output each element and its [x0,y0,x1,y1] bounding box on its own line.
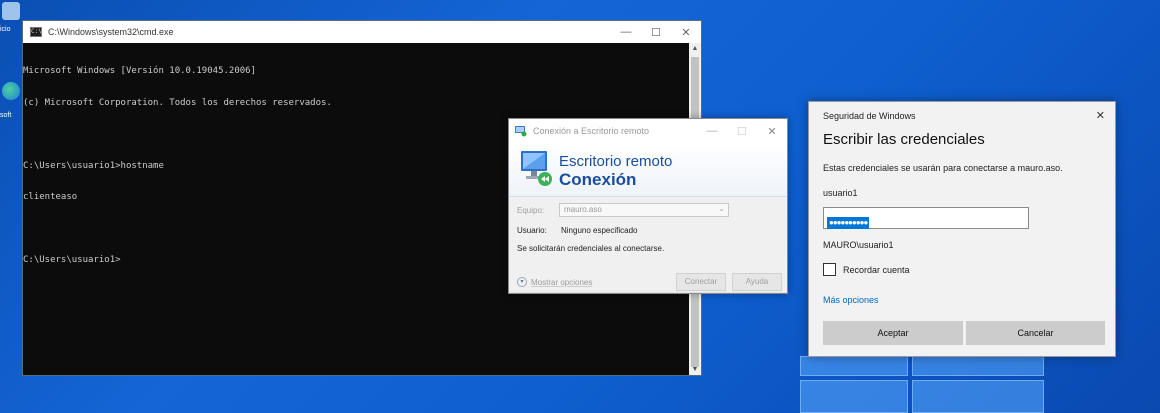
checkbox-icon[interactable] [823,263,836,276]
computer-label: Equipo: [517,206,545,215]
desktop-shortcut-icon[interactable] [2,2,20,20]
scroll-up-icon[interactable]: ▲ [689,45,701,52]
scroll-down-icon[interactable]: ▼ [689,366,701,373]
chevron-down-circle-icon: ▾ [517,277,527,287]
ok-button[interactable]: Aceptar [823,321,963,345]
rdp-banner-subtitle: Conexión [559,170,637,189]
credentials-note: Se solicitarán credenciales al conectars… [517,244,665,253]
user-label: Usuario: [517,226,547,235]
show-options-button[interactable]: ▾ Mostrar opciones [517,277,592,287]
close-icon[interactable]: ✕ [671,26,701,39]
domain-user-label: MAURO\usuario1 [823,240,894,250]
user-value: Ninguno especificado [561,226,638,235]
help-button[interactable]: Ayuda [732,273,782,291]
rdp-banner: Escritorio remoto Conexión [509,143,787,197]
chevron-down-icon[interactable]: ⌄ [718,204,725,213]
password-input[interactable]: ●●●●●●●●●● [823,207,1029,229]
remember-account-label: Recordar cuenta [843,264,910,275]
rdp-banner-title: Escritorio remoto [559,153,673,170]
remember-account-checkbox[interactable]: Recordar cuenta [823,263,910,276]
dialog-title: Escribir las credenciales [823,131,985,148]
cmd-app-icon: C:\ [30,27,42,37]
maximize-icon[interactable]: ☐ [727,125,757,138]
minimize-icon[interactable]: — [697,125,727,137]
password-mask: ●●●●●●●●●● [827,217,870,229]
cmd-titlebar[interactable]: C:\ C:\Windows\system32\cmd.exe — ☐ ✕ [23,21,701,43]
windows-security-dialog[interactable]: Seguridad de Windows ✕ Escribir las cred… [808,101,1116,357]
connect-button[interactable]: Conectar [676,273,726,291]
maximize-icon[interactable]: ☐ [641,26,671,39]
rdp-titlebar[interactable]: Conexión a Escritorio remoto — ☐ ✕ [509,119,787,143]
show-options-label: Mostrar opciones [531,277,593,287]
username-label: usuario1 [823,188,858,198]
computer-value: mauro.aso [564,205,602,214]
console-line: Microsoft Windows [Versión 10.0.19045.20… [23,66,256,76]
minimize-icon[interactable]: — [611,26,641,38]
rdp-window[interactable]: Conexión a Escritorio remoto — ☐ ✕ Escri… [508,118,788,294]
monitor-icon [519,149,553,189]
cmd-window-title: C:\Windows\system32\cmd.exe [48,27,174,37]
more-options-link[interactable]: Más opciones [823,295,879,305]
edge-icon[interactable] [2,82,20,100]
dialog-description: Estas credenciales se usarán para conect… [823,163,1063,173]
close-icon[interactable]: ✕ [1096,109,1105,122]
computer-combobox[interactable]: mauro.aso ⌄ [559,203,729,217]
desktop-icon-label: icio [0,26,11,33]
close-icon[interactable]: ✕ [757,125,787,138]
rdp-app-icon [515,125,527,137]
console-line: (c) Microsoft Corporation. Todos los der… [23,97,332,108]
rdp-window-title: Conexión a Escritorio remoto [533,126,650,136]
desktop-icon-label: soft [0,112,12,119]
dialog-header: Seguridad de Windows [823,111,916,121]
desktop-icons: icio soft [0,0,22,140]
cancel-button[interactable]: Cancelar [966,321,1105,345]
